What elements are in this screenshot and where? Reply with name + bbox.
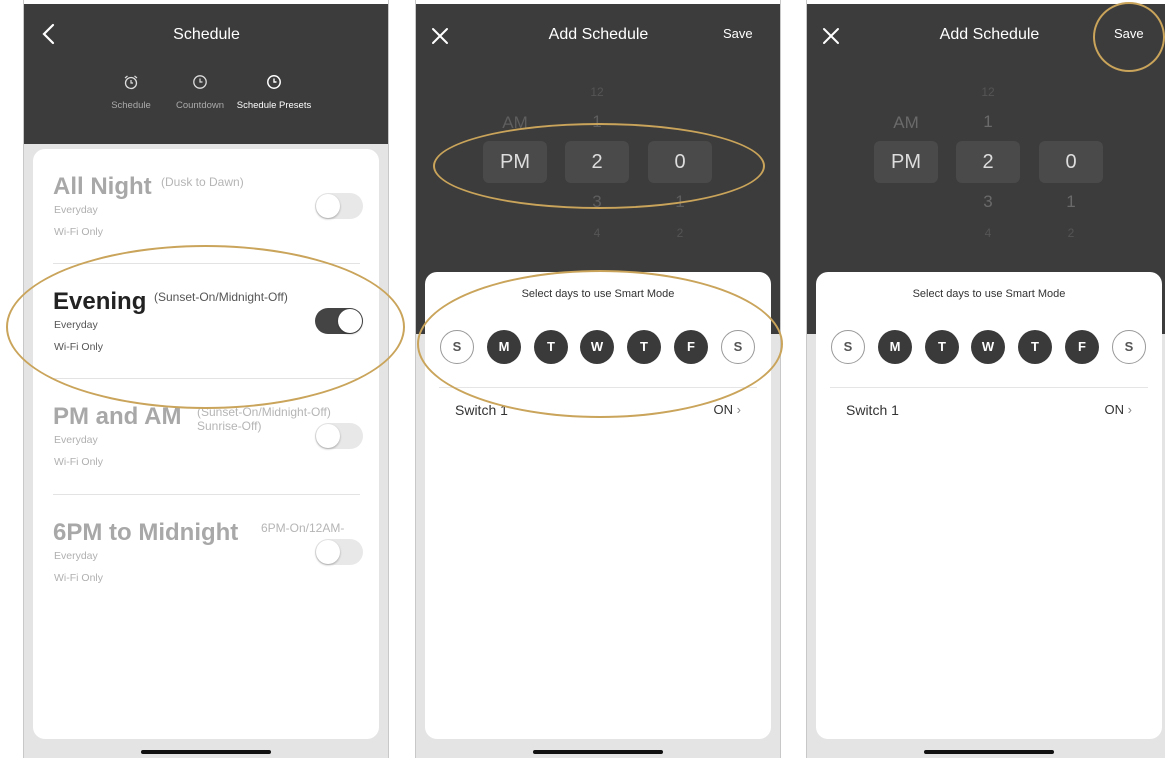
minute-below-2: 2	[1067, 226, 1075, 240]
day-sunday[interactable]: S	[831, 330, 865, 364]
frame-border	[780, 0, 781, 758]
frame-border	[388, 0, 389, 758]
tab-label: Schedule Presets	[236, 100, 312, 111]
minute-selected[interactable]: 0	[1039, 141, 1103, 183]
preset-toggle[interactable]	[315, 193, 363, 219]
day-saturday[interactable]: S	[1112, 330, 1146, 364]
switch-value-row[interactable]: ON ›	[714, 402, 741, 417]
hour-above: 1	[983, 112, 993, 131]
hour-below-2: 4	[593, 226, 601, 240]
preset-name: All Night	[53, 173, 152, 200]
preset-detail: 6PM-On/12AM-	[261, 521, 345, 535]
highlight-time-picker	[433, 123, 765, 209]
preset-detail: (Sunset-On/Midnight-Off) Sunrise-Off)	[197, 405, 331, 433]
page-title: Schedule	[173, 26, 240, 43]
hour-below-2: 4	[984, 226, 992, 240]
tab-schedule-presets[interactable]: Schedule Presets	[219, 74, 329, 111]
preset-days: Everyday	[54, 550, 98, 562]
divider	[830, 387, 1148, 388]
frame-border	[415, 0, 416, 758]
highlight-evening-preset	[6, 245, 405, 409]
clock-icon	[267, 75, 281, 89]
days-card: Select days to use Smart Mode S M T W T …	[816, 272, 1162, 739]
presets-card: All Night (Dusk to Dawn) Everyday Wi-Fi …	[33, 149, 379, 739]
ampm-above: AM	[893, 113, 919, 132]
switch-value: ON	[1104, 402, 1125, 417]
hour-selected[interactable]: 2	[956, 141, 1020, 183]
hour-above-2: 12	[590, 85, 604, 99]
preset-detail: (Dusk to Dawn)	[161, 175, 244, 189]
days-title: Select days to use Smart Mode	[912, 288, 1066, 300]
switch-value: ON	[713, 402, 734, 417]
preset-mode: Wi-Fi Only	[54, 456, 103, 468]
toggle-knob	[316, 540, 340, 564]
preset-toggle[interactable]	[315, 423, 363, 449]
save-button[interactable]: Save	[723, 26, 753, 41]
preset-name: 6PM to Midnight	[53, 519, 239, 546]
preset-name: PM and AM	[53, 403, 182, 430]
preset-mode: Wi-Fi Only	[54, 572, 103, 584]
hour-below: 3	[983, 192, 993, 211]
hour-above-2: 12	[981, 85, 995, 99]
highlight-days-selector	[417, 270, 783, 418]
ampm-selected[interactable]: PM	[874, 141, 938, 183]
preset-mode: Wi-Fi Only	[54, 226, 103, 238]
toggle-knob	[316, 194, 340, 218]
home-indicator	[141, 750, 271, 754]
preset-days: Everyday	[54, 434, 98, 446]
minute-below-2: 2	[676, 226, 684, 240]
add-schedule-screen-save: Add Schedule Save AM PM 12 1 2 3 4 0 1 2…	[807, 4, 1165, 758]
minute-below: 1	[1066, 192, 1076, 211]
preset-toggle[interactable]	[315, 539, 363, 565]
switch-label: Switch 1	[846, 402, 899, 418]
clock-icon	[193, 75, 207, 89]
preset-pm-and-am[interactable]: PM and AM (Sunset-On/Midnight-Off) Sunri…	[53, 403, 363, 503]
preset-6pm-to-midnight[interactable]: 6PM to Midnight 6PM-On/12AM- Everyday Wi…	[53, 519, 363, 619]
day-friday[interactable]: F	[1065, 330, 1099, 364]
switch-value-row[interactable]: ON ›	[1105, 402, 1132, 417]
frame-border	[23, 0, 24, 758]
day-tuesday[interactable]: T	[925, 330, 959, 364]
preset-days: Everyday	[54, 204, 98, 216]
day-monday[interactable]: M	[878, 330, 912, 364]
chevron-right-icon: ›	[736, 402, 741, 417]
toggle-knob	[316, 424, 340, 448]
day-wednesday[interactable]: W	[971, 330, 1005, 364]
home-indicator	[533, 750, 663, 754]
day-thursday[interactable]: T	[1018, 330, 1052, 364]
home-indicator	[924, 750, 1054, 754]
alarm-clock-icon	[124, 75, 138, 90]
highlight-save-button	[1093, 2, 1165, 72]
divider	[53, 494, 360, 495]
frame-border	[806, 0, 807, 758]
tab-label: Countdown	[175, 100, 225, 111]
chevron-right-icon: ›	[1127, 402, 1132, 417]
